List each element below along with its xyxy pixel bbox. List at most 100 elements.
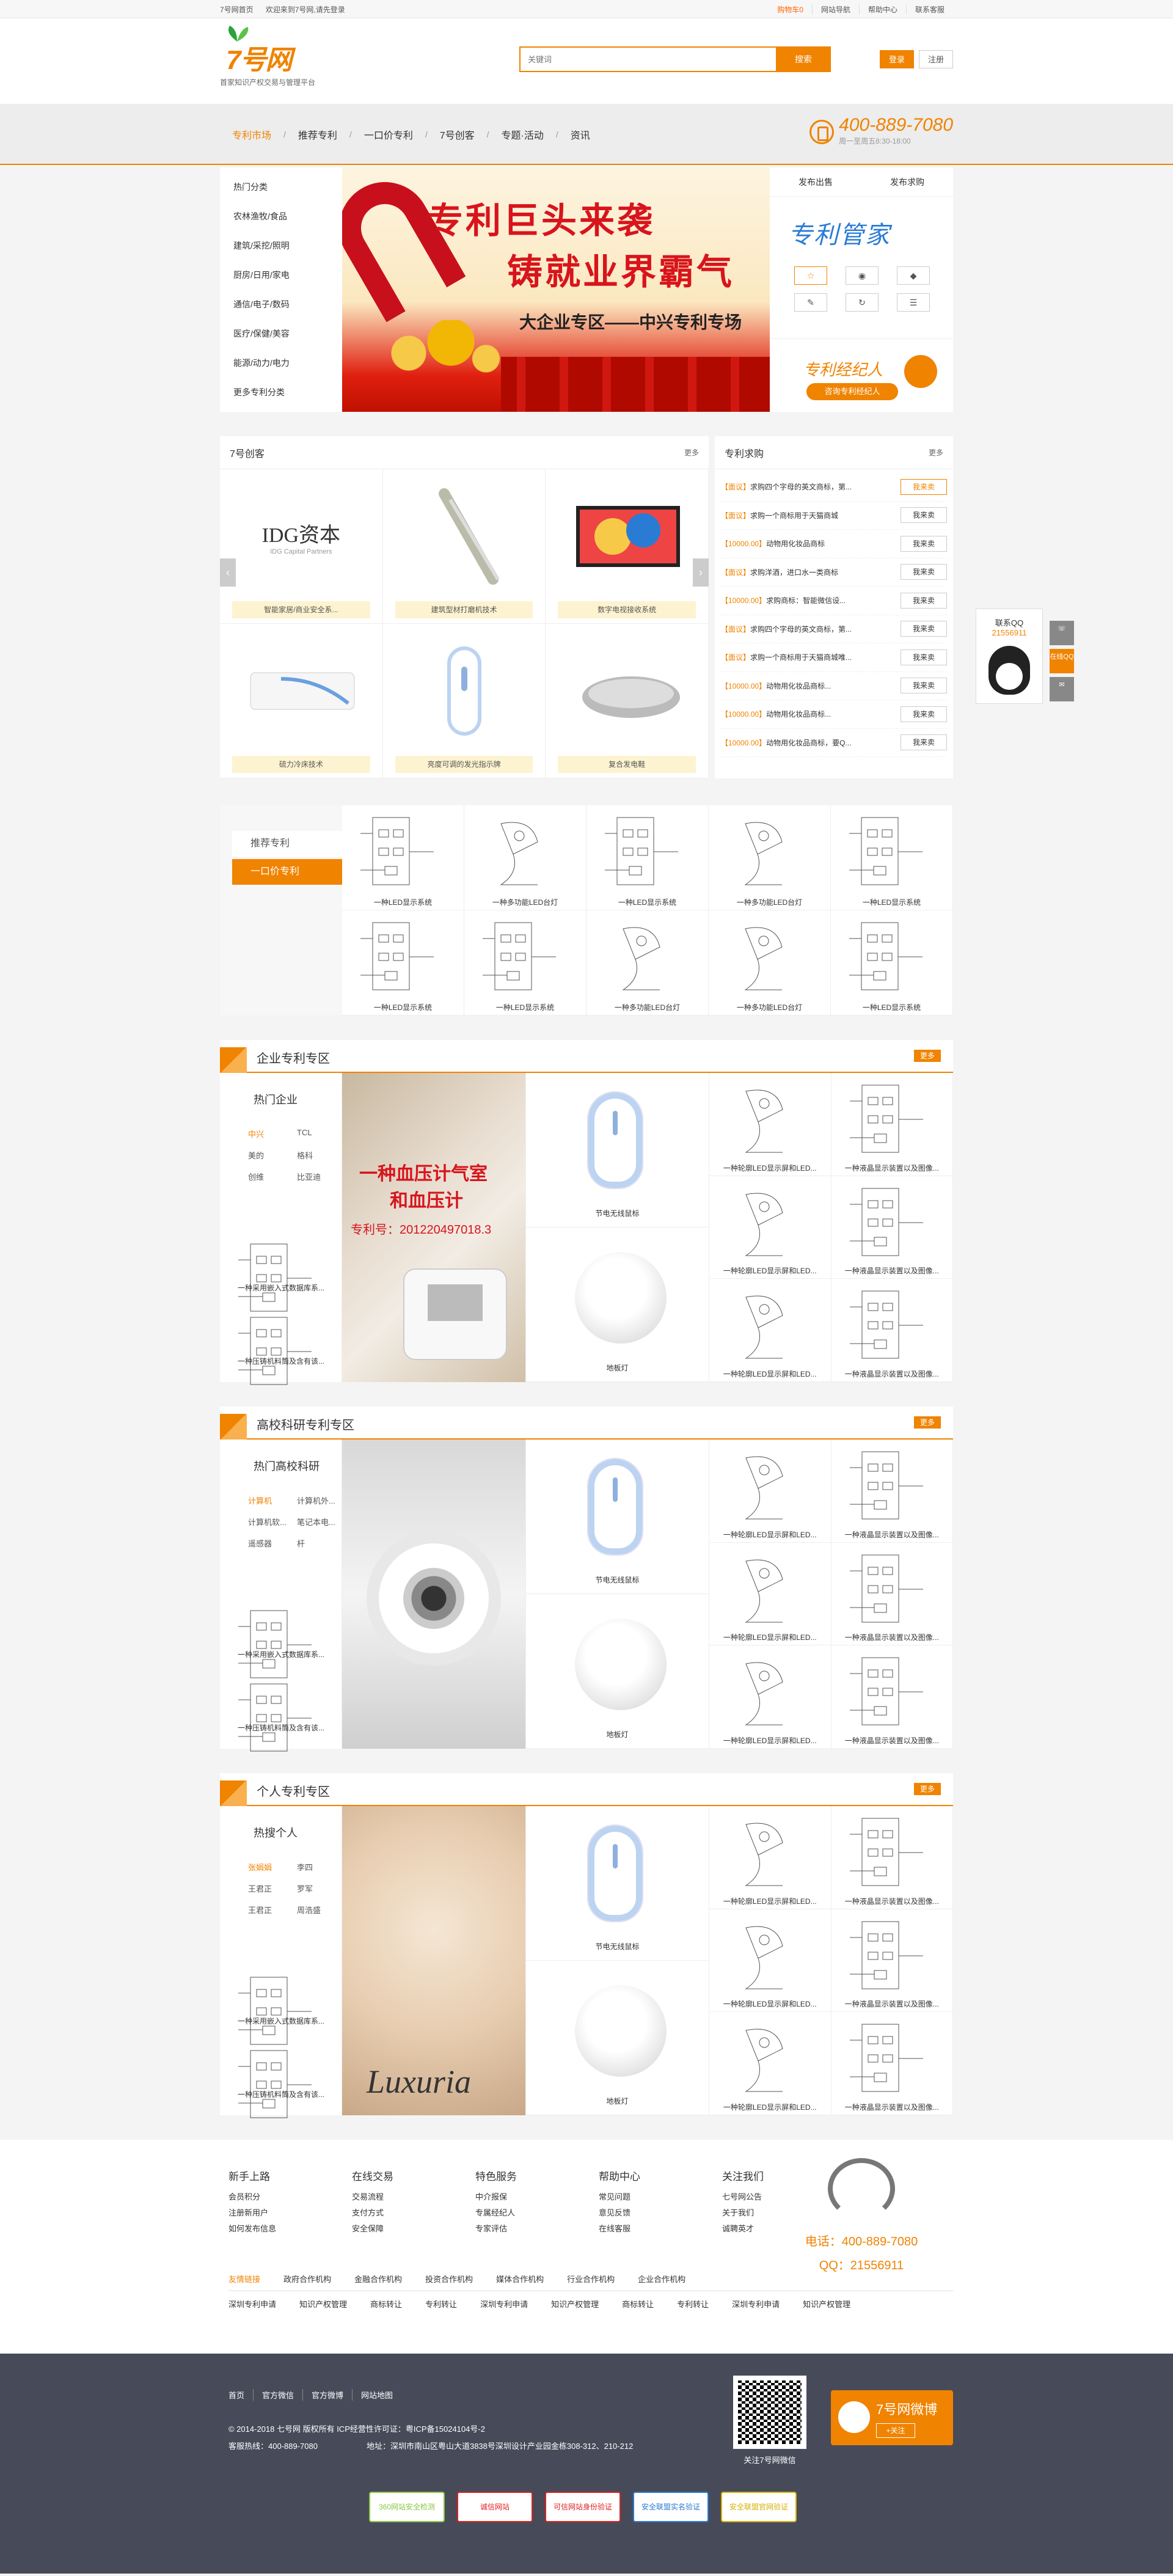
footer-tab[interactable]: 投资合作机构: [425, 2273, 473, 2285]
zone-feature-image[interactable]: Luxuria: [342, 1806, 525, 2115]
hot-item[interactable]: 周浩盛: [297, 1904, 346, 1916]
friend-link[interactable]: 商标转让: [622, 2298, 654, 2310]
tab-sell[interactable]: 发布出售: [770, 167, 861, 196]
footer-link[interactable]: 在线客服: [599, 2221, 722, 2237]
hot-item[interactable]: 计算机外...: [297, 1495, 346, 1506]
zone-item[interactable]: 一种压铸机料筒及含有该...: [220, 2038, 342, 2118]
refresh-icon[interactable]: ↻: [846, 293, 879, 312]
zone-item[interactable]: 一种采用嵌入式数据库系...: [220, 1965, 342, 2045]
logo[interactable]: 7号网: [220, 24, 305, 75]
zone-more-button[interactable]: 更多: [914, 1416, 941, 1429]
qq-float[interactable]: 联系QQ 21556911: [976, 609, 1043, 704]
footer-link[interactable]: 专家评估: [475, 2221, 599, 2237]
footer-link[interactable]: 专属经纪人: [475, 2205, 599, 2221]
footer-link[interactable]: 中介报保: [475, 2189, 599, 2205]
tag-icon[interactable]: ◆: [897, 266, 930, 285]
recommend-item[interactable]: 一种LED显示系统: [586, 805, 709, 910]
hot-item[interactable]: 李四: [297, 1861, 346, 1873]
footer-tab[interactable]: 媒体合作机构: [496, 2273, 544, 2285]
demand-row[interactable]: 【10000.00】求购商标：智能微信设... 我来卖: [721, 587, 947, 615]
zone-list-item[interactable]: 一种液晶显示装置以及图像...: [831, 1645, 953, 1749]
hot-item[interactable]: TCL: [297, 1128, 346, 1140]
zone-list-item[interactable]: 一种液晶显示装置以及图像...: [831, 1176, 953, 1279]
zone-list-item[interactable]: 一种轮廓LED显示屏和LED...: [709, 2012, 831, 2115]
hot-item[interactable]: 张娟娟: [248, 1861, 297, 1873]
zone-list-item[interactable]: 一种轮廓LED显示屏和LED...: [709, 1542, 831, 1645]
home-link[interactable]: 7号网首页: [220, 4, 254, 15]
creative-more-link[interactable]: 更多: [684, 447, 699, 458]
zone-item[interactable]: 一种压铸机料筒及含有该...: [220, 1305, 342, 1385]
zone-product[interactable]: 地板灯: [526, 1961, 709, 2115]
hot-item[interactable]: 王君正: [248, 1883, 297, 1894]
demand-text[interactable]: 【面议】求购一个商标用于天猫商城: [721, 510, 898, 521]
zone-list-item[interactable]: 一种轮廓LED显示屏和LED...: [709, 1176, 831, 1279]
sell-button[interactable]: 我来卖: [901, 478, 947, 495]
hot-item[interactable]: 比亚迪: [297, 1171, 346, 1182]
recommend-item[interactable]: 一种LED显示系统: [831, 805, 953, 910]
trust-badge[interactable]: 360网站安全检测: [369, 2492, 445, 2522]
zone-list-item[interactable]: 一种轮廓LED显示屏和LED...: [709, 1909, 831, 2012]
login-button[interactable]: 登录: [880, 50, 914, 68]
sell-button[interactable]: 我来卖: [901, 678, 947, 694]
demand-text[interactable]: 【面议】求购四个字母的英文商标，第...: [721, 481, 898, 492]
zone-feature-image[interactable]: 一种血压计气室 和血压计 专利号：201220497018.3: [342, 1073, 525, 1382]
zone-list-item[interactable]: 一种轮廓LED显示屏和LED...: [709, 1645, 831, 1749]
help-link[interactable]: 帮助中心: [858, 4, 906, 15]
sell-button[interactable]: 我来卖: [901, 621, 947, 637]
eye-icon[interactable]: ◉: [846, 266, 879, 285]
cart-link[interactable]: 购物车0: [769, 4, 812, 15]
zone-item[interactable]: 一种压铸机料筒及含有该...: [220, 1672, 342, 1752]
category-item[interactable]: 能源/动力/电力: [220, 348, 342, 378]
nav-news[interactable]: 资讯: [558, 127, 602, 142]
zone-list-item[interactable]: 一种轮廓LED显示屏和LED...: [709, 1806, 831, 1909]
wechat-float-icon[interactable]: ✉: [1050, 677, 1074, 701]
recommend-item[interactable]: 一种LED显示系统: [831, 910, 953, 1015]
zone-list-item[interactable]: 一种液晶显示装置以及图像...: [831, 1909, 953, 2012]
demand-text[interactable]: 【10000.00】动物用化妆品商标...: [721, 681, 898, 691]
zone-list-item[interactable]: 一种液晶显示装置以及图像...: [831, 1279, 953, 1382]
recommend-item[interactable]: 一种LED显示系统: [342, 805, 464, 910]
zone-product[interactable]: 地板灯: [526, 1228, 709, 1382]
creative-item[interactable]: 建筑型材打磨机技术: [382, 469, 546, 624]
headset-float-icon[interactable]: ☏: [1050, 621, 1074, 645]
zone-list-item[interactable]: 一种液晶显示装置以及图像...: [831, 1806, 953, 1909]
creative-next-arrow[interactable]: ›: [693, 558, 709, 587]
demand-text[interactable]: 【面议】求购洋酒，进口水一类商标: [721, 567, 898, 577]
zone-more-button[interactable]: 更多: [914, 1050, 941, 1062]
hot-item[interactable]: 遥感器: [248, 1537, 297, 1549]
pencil-icon[interactable]: ✎: [794, 293, 827, 312]
friend-link[interactable]: 知识产权管理: [551, 2298, 599, 2310]
zone-feature-image[interactable]: [342, 1440, 525, 1749]
demand-row[interactable]: 【10000.00】动物用化妆品商标 我来卖: [721, 530, 947, 558]
trust-badge[interactable]: 安全联盟实名验证: [633, 2492, 709, 2522]
sell-button[interactable]: 我来卖: [901, 564, 947, 580]
friend-link[interactable]: 专利转让: [425, 2298, 457, 2310]
footer-link[interactable]: 意见反馈: [599, 2205, 722, 2221]
friend-link[interactable]: 深圳专利申请: [228, 2298, 276, 2310]
hot-item[interactable]: 格科: [297, 1149, 346, 1161]
footer-tab[interactable]: 企业合作机构: [638, 2273, 685, 2285]
category-item[interactable]: 医疗/保健/美容: [220, 319, 342, 348]
zone-more-button[interactable]: 更多: [914, 1783, 941, 1795]
creative-item[interactable]: 亮度可调的发光指示牌: [382, 624, 546, 778]
zone-product[interactable]: 节电无线鼠标: [526, 1806, 709, 1961]
trust-badge[interactable]: 安全联盟官网验证: [721, 2492, 797, 2522]
nav-patent-market[interactable]: 专利市场: [220, 127, 283, 142]
hot-item[interactable]: 中兴: [248, 1128, 297, 1140]
creative-item[interactable]: 数字电视接收系统: [546, 469, 709, 624]
broker-button[interactable]: 咨询专利经纪人: [806, 383, 898, 400]
hot-item[interactable]: 笔记本电...: [297, 1516, 346, 1528]
nav-events[interactable]: 专题·活动: [489, 127, 556, 142]
creative-item[interactable]: 复合发电鞋: [546, 624, 709, 778]
footer-link[interactable]: 交易流程: [352, 2189, 475, 2205]
recommend-item[interactable]: 一种LED显示系统: [342, 910, 464, 1015]
trust-badge[interactable]: 可信网站身份验证: [545, 2492, 621, 2522]
demand-row[interactable]: 【面议】求购四个字母的英文商标，第... 我来卖: [721, 615, 947, 643]
recommend-item[interactable]: 一种多功能LED台灯: [709, 910, 831, 1015]
creative-item[interactable]: 硫力冷床技术: [220, 624, 383, 778]
sell-button[interactable]: 我来卖: [901, 592, 947, 609]
hot-item[interactable]: 杆: [297, 1537, 346, 1549]
hot-item[interactable]: 王君正: [248, 1904, 297, 1916]
recommend-item[interactable]: 一种LED显示系统: [464, 910, 586, 1015]
friend-link[interactable]: 知识产权管理: [803, 2298, 850, 2310]
